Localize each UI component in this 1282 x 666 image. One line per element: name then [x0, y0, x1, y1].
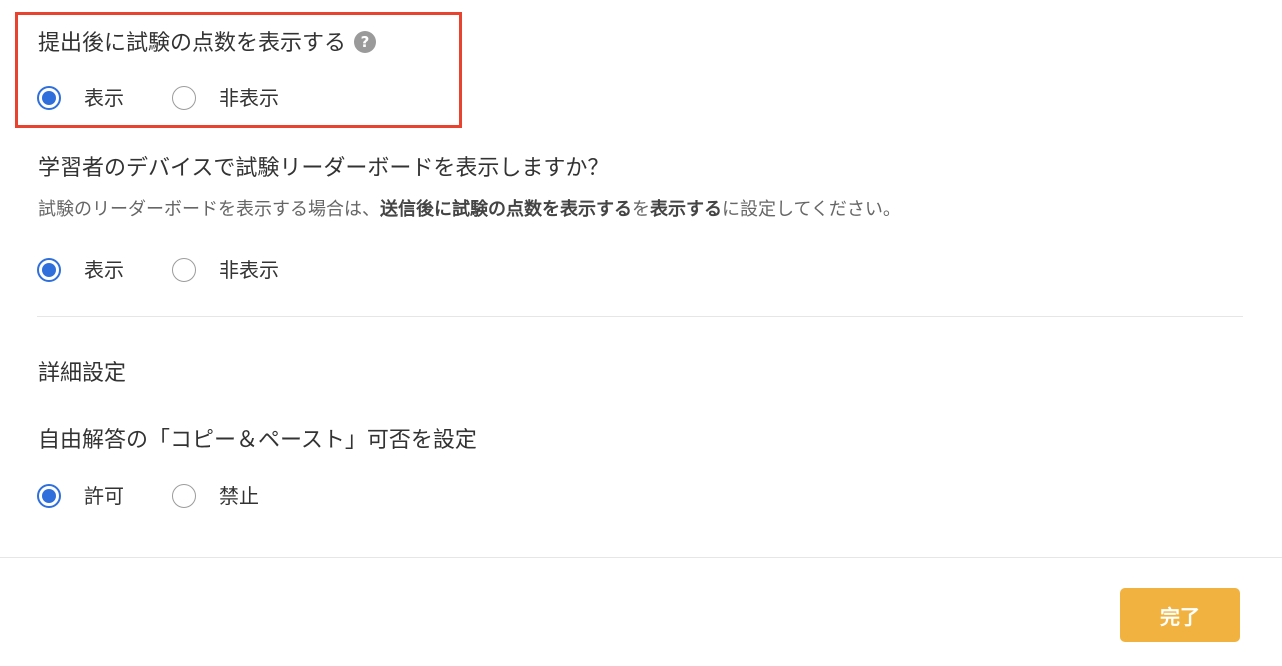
note-mid: を [632, 199, 650, 220]
radio-unselected-icon[interactable] [172, 86, 196, 110]
radio-unselected-icon[interactable] [172, 484, 196, 508]
leaderboard-option-hide[interactable]: 非表示 [172, 258, 279, 282]
show-score-heading: 提出後に試験の点数を表示する? [38, 29, 377, 59]
show-score-option-show[interactable]: 表示 [37, 86, 124, 110]
advanced-settings-heading: 詳細設定 [38, 361, 127, 386]
leaderboard-option-show[interactable]: 表示 [37, 258, 124, 282]
radio-unselected-icon[interactable] [172, 258, 196, 282]
radio-label: 非表示 [219, 86, 279, 110]
show-score-option-hide[interactable]: 非表示 [172, 86, 279, 110]
radio-selected-icon[interactable] [37, 484, 61, 508]
copy-paste-radio-group: 許可 禁止 [37, 484, 307, 508]
radio-selected-icon[interactable] [37, 258, 61, 282]
note-prefix: 試験のリーダーボードを表示する場合は、 [38, 199, 380, 220]
question-circle-icon[interactable]: ? [354, 31, 377, 53]
done-button[interactable]: 完了 [1120, 588, 1240, 642]
show-score-radio-group: 表示 非表示 [37, 86, 327, 110]
note-bold-value: 表示する [650, 199, 722, 220]
section-divider [37, 316, 1243, 317]
copy-paste-option-deny[interactable]: 禁止 [172, 484, 259, 508]
note-bold-setting: 送信後に試験の点数を表示する [380, 199, 632, 220]
radio-label: 禁止 [219, 484, 259, 508]
note-suffix: に設定してください。 [722, 199, 901, 220]
copy-paste-option-allow[interactable]: 許可 [37, 484, 124, 508]
radio-label: 許可 [84, 484, 124, 508]
copy-paste-heading: 自由解答の「コピー＆ペースト」可否を設定 [38, 428, 477, 453]
leaderboard-note: 試験のリーダーボードを表示する場合は、送信後に試験の点数を表示するを表示するに設… [38, 197, 901, 223]
show-score-title: 提出後に試験の点数を表示する [38, 31, 347, 56]
radio-selected-icon[interactable] [37, 86, 61, 110]
footer-divider [0, 557, 1282, 558]
leaderboard-radio-group: 表示 非表示 [37, 258, 327, 282]
radio-label: 非表示 [219, 258, 279, 282]
radio-label: 表示 [84, 86, 124, 110]
radio-label: 表示 [84, 258, 124, 282]
leaderboard-heading: 学習者のデバイスで試験リーダーボードを表示しますか？ [38, 156, 610, 181]
